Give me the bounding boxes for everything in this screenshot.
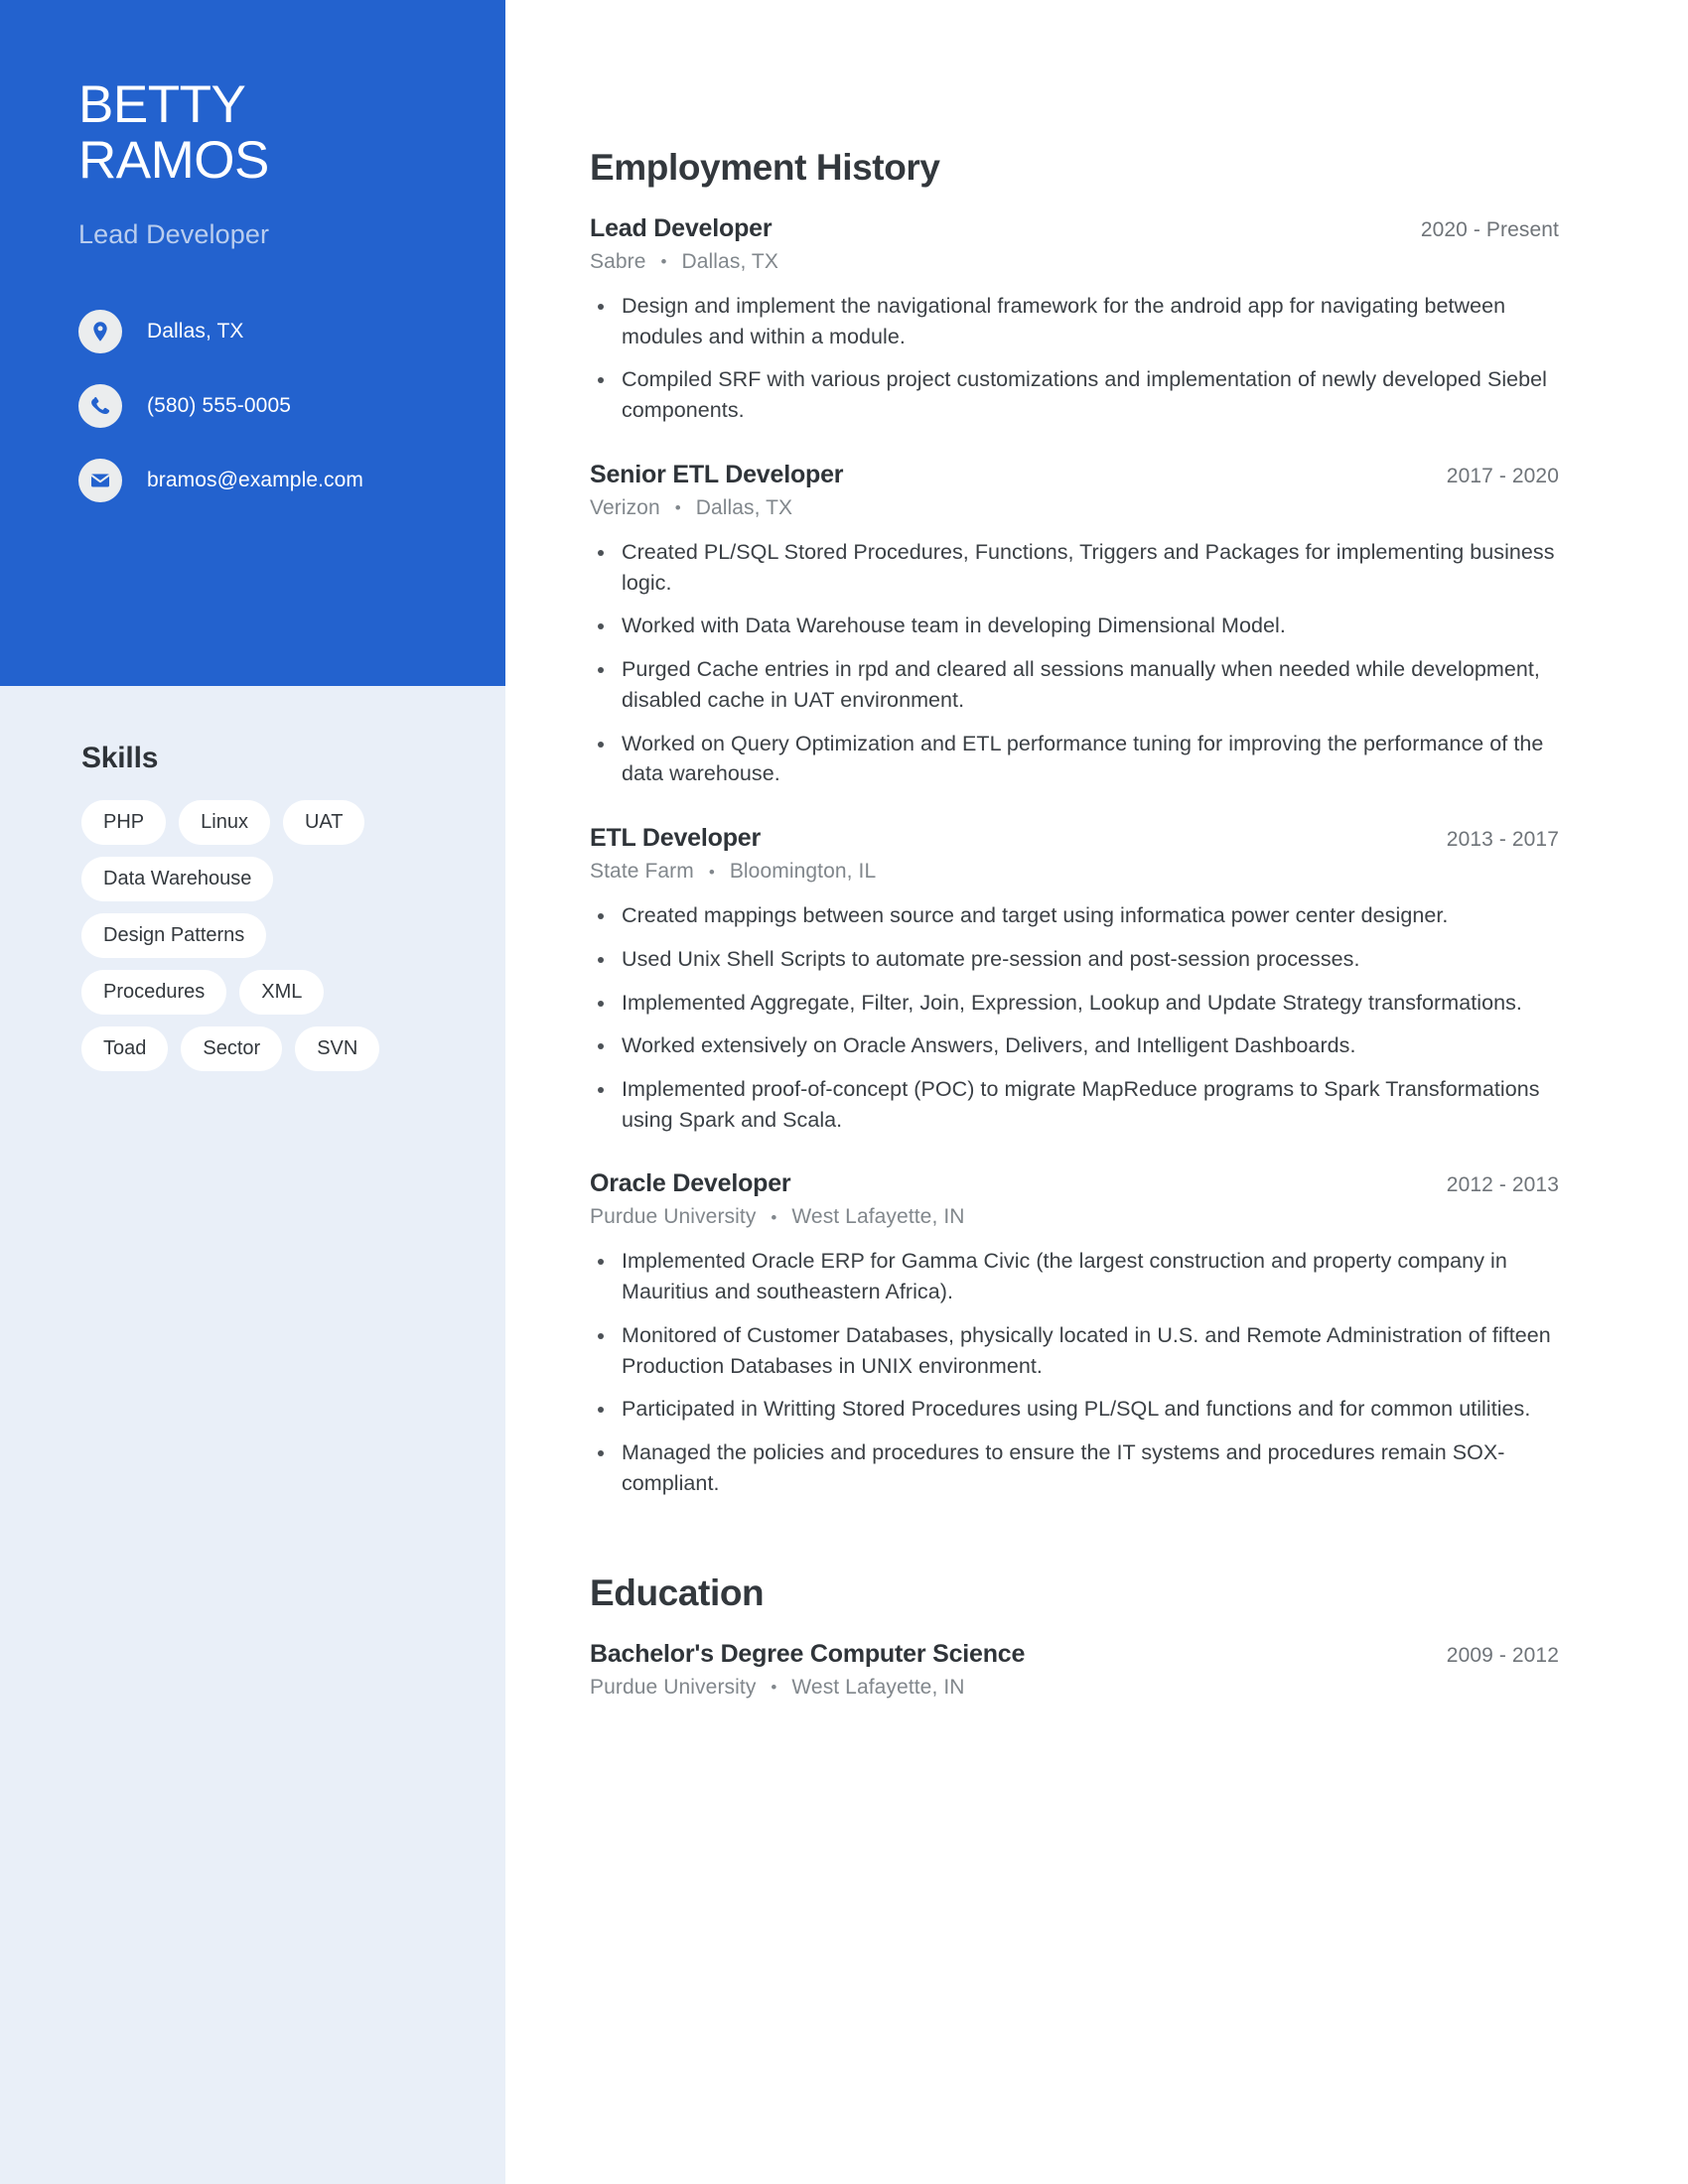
- job-location: West Lafayette, IN: [791, 1205, 965, 1229]
- contact-location-text: Dallas, TX: [147, 320, 244, 343]
- contact-list: Dallas, TX (580) 555-0005 bramos@example…: [0, 310, 505, 503]
- job-location: Dallas, TX: [695, 495, 793, 519]
- job-bullet: Used Unix Shell Scripts to automate pre-…: [590, 944, 1559, 975]
- job-bullet: Worked extensively on Oracle Answers, De…: [590, 1030, 1559, 1061]
- job-location: Bloomington, IL: [729, 860, 877, 884]
- job-bullet: Managed the policies and procedures to e…: [590, 1437, 1559, 1498]
- job-company: Verizon: [590, 495, 660, 519]
- job-dates: 2012 - 2013: [1446, 1173, 1559, 1197]
- bullet-separator-icon: •: [674, 498, 681, 518]
- education-degree: Bachelor's Degree Computer Science: [590, 1639, 1026, 1668]
- job-location: Dallas, TX: [681, 250, 778, 273]
- skill-pill: Toad: [81, 1026, 169, 1071]
- job-bullet: Implemented proof-of-concept (POC) to mi…: [590, 1074, 1559, 1135]
- job-bullet: Monitored of Customer Databases, physica…: [590, 1320, 1559, 1381]
- job-bullet-list: Design and implement the navigational fr…: [590, 291, 1559, 426]
- job-meta: State Farm • Bloomington, IL: [590, 860, 1559, 884]
- skill-pill: PHP: [81, 800, 167, 845]
- job-role: ETL Developer: [590, 824, 761, 853]
- job-dates: 2013 - 2017: [1446, 828, 1559, 852]
- employment-entry: ETL Developer 2013 - 2017 State Farm • B…: [590, 824, 1559, 1135]
- employment-entry-header: Senior ETL Developer 2017 - 2020: [590, 461, 1559, 489]
- skills-section: Skills PHP Linux UAT Data Warehouse Desi…: [0, 686, 505, 1071]
- employment-entry-header: Lead Developer 2020 - Present: [590, 214, 1559, 243]
- name-block: BETTY RAMOS Lead Developer: [0, 75, 505, 250]
- job-meta: Sabre • Dallas, TX: [590, 250, 1559, 274]
- job-meta: Purdue University • West Lafayette, IN: [590, 1205, 1559, 1229]
- profile-job-title: Lead Developer: [78, 219, 270, 250]
- employment-entry-header: ETL Developer 2013 - 2017: [590, 824, 1559, 853]
- employment-history-title: Employment History: [590, 147, 940, 188]
- education-entry: Bachelor's Degree Computer Science 2009 …: [590, 1640, 1559, 1700]
- resume-page: BETTY RAMOS Lead Developer Dallas, TX (5…: [0, 0, 1688, 2184]
- education-title: Education: [590, 1571, 765, 1613]
- sidebar: BETTY RAMOS Lead Developer Dallas, TX (5…: [0, 0, 505, 2184]
- main-content: Employment History Lead Developer 2020 -…: [505, 0, 1688, 2184]
- job-bullet: Worked with Data Warehouse team in devel…: [590, 611, 1559, 641]
- contact-item-location: Dallas, TX: [78, 310, 505, 354]
- skill-pill: SVN: [295, 1026, 380, 1071]
- job-dates: 2020 - Present: [1420, 218, 1559, 241]
- skill-pill: Sector: [181, 1026, 283, 1071]
- first-name: BETTY: [78, 75, 246, 134]
- job-bullet: Created mappings between source and targ…: [590, 900, 1559, 931]
- job-role: Oracle Developer: [590, 1169, 791, 1198]
- job-role: Senior ETL Developer: [590, 460, 844, 488]
- job-bullet: Compiled SRF with various project custom…: [590, 364, 1559, 425]
- job-bullet: Implemented Oracle ERP for Gamma Civic (…: [590, 1246, 1559, 1306]
- job-bullet-list: Implemented Oracle ERP for Gamma Civic (…: [590, 1246, 1559, 1498]
- education-section: Education Bachelor's Degree Computer Sci…: [590, 1572, 1559, 1700]
- skills-title: Skills: [81, 742, 159, 774]
- job-bullet-list: Created mappings between source and targ…: [590, 900, 1559, 1135]
- bullet-separator-icon: •: [771, 1207, 777, 1227]
- job-bullet: Participated in Writting Stored Procedur…: [590, 1394, 1559, 1425]
- job-company: Sabre: [590, 250, 646, 273]
- last-name: RAMOS: [78, 131, 269, 191]
- job-bullet: Created PL/SQL Stored Procedures, Functi…: [590, 537, 1559, 598]
- skill-pill: Linux: [179, 800, 270, 845]
- job-bullet-list: Created PL/SQL Stored Procedures, Functi…: [590, 537, 1559, 789]
- email-icon: [78, 459, 122, 503]
- job-bullet: Implemented Aggregate, Filter, Join, Exp…: [590, 988, 1559, 1019]
- education-meta: Purdue University • West Lafayette, IN: [590, 1676, 1559, 1700]
- job-company: Purdue University: [590, 1205, 757, 1229]
- bullet-separator-icon: •: [771, 1678, 777, 1698]
- education-dates: 2009 - 2012: [1446, 1643, 1559, 1667]
- employment-entry-header: Oracle Developer 2012 - 2013: [590, 1169, 1559, 1198]
- contact-phone-text: (580) 555-0005: [147, 394, 292, 418]
- job-dates: 2017 - 2020: [1446, 464, 1559, 487]
- job-role: Lead Developer: [590, 214, 773, 242]
- education-school: Purdue University: [590, 1675, 757, 1699]
- skill-pill: Design Patterns: [81, 913, 267, 958]
- bullet-separator-icon: •: [660, 252, 667, 272]
- job-bullet: Purged Cache entries in rpd and cleared …: [590, 654, 1559, 715]
- job-company: State Farm: [590, 860, 694, 884]
- skill-pill: XML: [239, 970, 325, 1015]
- sidebar-header: BETTY RAMOS Lead Developer Dallas, TX (5…: [0, 0, 505, 686]
- employment-entry: Lead Developer 2020 - Present Sabre • Da…: [590, 214, 1559, 426]
- employment-entry: Oracle Developer 2012 - 2013 Purdue Univ…: [590, 1169, 1559, 1498]
- skill-pill: Data Warehouse: [81, 857, 274, 901]
- skill-pill: UAT: [282, 800, 365, 845]
- phone-icon: [78, 384, 122, 429]
- contact-item-phone: (580) 555-0005: [78, 384, 505, 429]
- job-bullet: Worked on Query Optimization and ETL per…: [590, 729, 1559, 789]
- skill-pill: Procedures: [81, 970, 227, 1015]
- contact-item-email: bramos@example.com: [78, 459, 505, 503]
- skills-pill-list: PHP Linux UAT Data Warehouse Design Patt…: [81, 800, 419, 1071]
- job-meta: Verizon • Dallas, TX: [590, 496, 1559, 520]
- bullet-separator-icon: •: [708, 862, 715, 882]
- contact-email-text: bramos@example.com: [147, 469, 364, 492]
- education-entry-header: Bachelor's Degree Computer Science 2009 …: [590, 1640, 1559, 1669]
- education-location: West Lafayette, IN: [791, 1675, 965, 1699]
- employment-entry: Senior ETL Developer 2017 - 2020 Verizon…: [590, 461, 1559, 789]
- location-pin-icon: [78, 310, 122, 354]
- job-bullet: Design and implement the navigational fr…: [590, 291, 1559, 351]
